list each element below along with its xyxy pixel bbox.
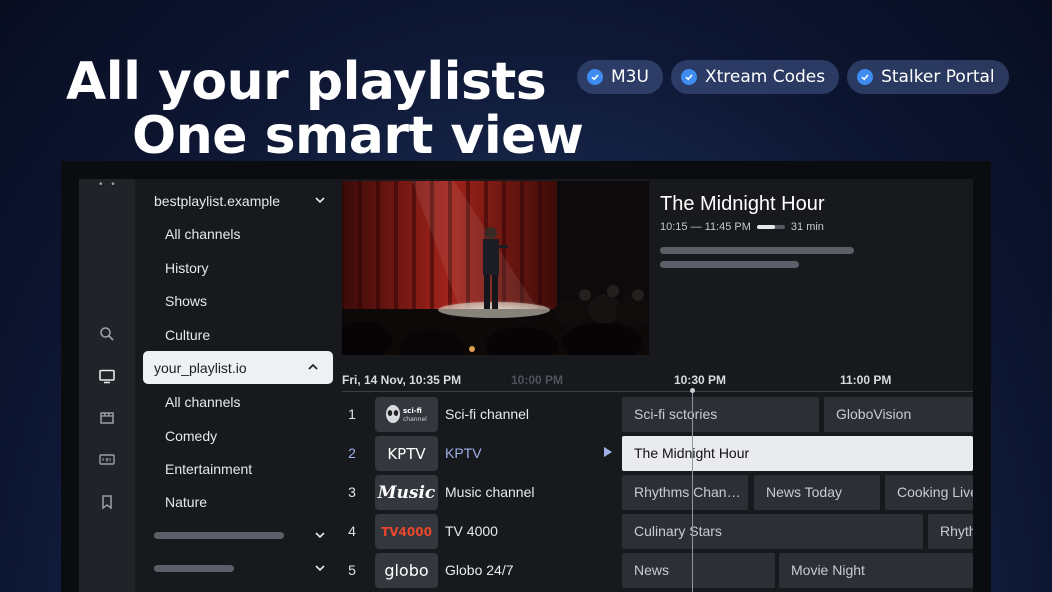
bookmark-icon[interactable] xyxy=(98,493,116,511)
video-preview[interactable] xyxy=(342,181,649,355)
program-cell[interactable]: News Today xyxy=(754,475,880,510)
description-placeholder xyxy=(660,261,799,268)
menu-item-entertainment[interactable]: Entertainment xyxy=(135,452,351,485)
channel-row-active[interactable]: 2 KPTV KPTV The Midnight Hour xyxy=(342,434,973,473)
check-icon xyxy=(680,69,697,85)
badge-label: Xtream Codes xyxy=(704,67,826,87)
playlist-header-collapsed[interactable] xyxy=(135,552,340,585)
channel-logo: KPTV xyxy=(375,436,438,471)
program-cell[interactable]: Cooking Live xyxy=(885,475,973,510)
program-cell[interactable]: Rhythm xyxy=(928,514,973,549)
guide-time: 10:30 PM xyxy=(674,373,727,387)
menu-item-shows[interactable]: Shows xyxy=(135,284,351,317)
menu-item-all-channels[interactable]: All channels xyxy=(135,217,351,250)
logo-text: KPTV xyxy=(387,444,426,463)
channel-logo: TV4000 xyxy=(375,514,438,549)
app-screen: • • bestplaylist.example All channels Hi… xyxy=(79,179,973,592)
channel-logo: sci-fi channel xyxy=(375,397,438,432)
guide-divider xyxy=(342,391,973,392)
channel-row[interactable]: 1 sci-fi channel Sci-fi channel Sci-fi sc… xyxy=(342,395,973,434)
alien-icon: sci-fichannel xyxy=(385,404,427,423)
channel-number: 5 xyxy=(348,562,356,578)
program-cell[interactable]: Sci-fi sctories xyxy=(622,397,819,432)
playlist-name: your_playlist.io xyxy=(154,359,247,376)
format-badges: M3U Xtream Codes Stalker Portal xyxy=(577,60,1009,94)
badge-label: M3U xyxy=(611,67,649,87)
svg-text:channel: channel xyxy=(403,416,427,423)
chevron-down-icon xyxy=(315,532,325,539)
time-range: 10:15 — 11:45 PM xyxy=(660,221,751,233)
headline-line-2: One smart view xyxy=(132,106,584,166)
placeholder-bar xyxy=(154,532,284,539)
logo-text: TV4000 xyxy=(381,524,432,539)
menu-item-nature[interactable]: Nature xyxy=(135,485,351,518)
headline-line-1: All your playlists xyxy=(66,52,547,112)
playlist-name: bestplaylist.example xyxy=(154,192,281,209)
playlist-header-collapsed[interactable] xyxy=(135,519,340,552)
badge-m3u: M3U xyxy=(577,60,663,94)
description-placeholder xyxy=(660,247,854,254)
channel-number: 3 xyxy=(348,484,356,500)
tv-icon[interactable] xyxy=(98,367,116,385)
current-time-dot xyxy=(690,388,695,393)
channel-name: KPTV xyxy=(445,445,482,461)
program-cell-selected[interactable]: The Midnight Hour xyxy=(622,436,973,471)
channel-row[interactable]: 3 Music Music channel Rhythms Chan… News… xyxy=(342,473,973,512)
guide-date: Fri, 14 Nov, 10:35 PM xyxy=(342,373,462,387)
channel-logo: globo xyxy=(375,553,438,588)
channel-logo: Music xyxy=(375,475,438,510)
channel-name: Sci-fi channel xyxy=(445,406,530,422)
movies-icon[interactable] xyxy=(98,409,116,427)
logo-text: globo xyxy=(384,561,429,580)
progress-bar xyxy=(756,225,785,229)
chevron-up-icon xyxy=(308,363,318,370)
menu-item-all-channels[interactable]: All channels xyxy=(135,385,351,418)
now-playing-title: The Midnight Hour xyxy=(660,193,825,215)
channel-number: 2 xyxy=(348,445,356,461)
channel-row[interactable]: 4 TV4000 TV 4000 Culinary Stars Rhythm xyxy=(342,512,973,551)
program-cell[interactable]: Rhythms Chan… xyxy=(622,475,748,510)
stage-thumbnail xyxy=(342,181,649,355)
channel-name: Globo 24/7 xyxy=(445,562,514,578)
more-icon[interactable]: • • xyxy=(99,179,118,190)
progress-fill xyxy=(756,225,776,229)
menu-item-comedy[interactable]: Comedy xyxy=(135,419,351,452)
dvr-icon[interactable] xyxy=(98,451,116,469)
badge-label: Stalker Portal xyxy=(881,67,995,87)
check-icon xyxy=(587,69,603,85)
guide-time-faded: 10:00 PM xyxy=(511,373,564,387)
badge-stalker-portal: Stalker Portal xyxy=(847,60,1009,94)
menu-item-culture[interactable]: Culture xyxy=(135,318,351,351)
check-icon xyxy=(857,69,874,85)
time-remaining: 31 min xyxy=(790,221,824,233)
svg-text:sci-fi: sci-fi xyxy=(403,407,422,415)
search-icon[interactable] xyxy=(98,325,116,343)
channel-number: 4 xyxy=(348,523,356,539)
menu-item-history[interactable]: History xyxy=(135,251,351,284)
play-icon xyxy=(604,447,612,457)
program-cell[interactable]: Culinary Stars xyxy=(622,514,923,549)
channel-name: TV 4000 xyxy=(445,523,498,539)
now-playing-time: 10:15 — 11:45 PM 31 min xyxy=(660,221,824,233)
chevron-down-icon xyxy=(315,197,325,204)
playlist-header-bestplaylist[interactable]: bestplaylist.example xyxy=(135,184,340,217)
channel-name: Music channel xyxy=(445,484,535,500)
playlist-header-your-playlist[interactable]: your_playlist.io xyxy=(143,351,333,384)
program-cell[interactable]: GloboVision xyxy=(824,397,973,432)
badge-xtream-codes: Xtream Codes xyxy=(670,60,840,94)
chevron-down-icon xyxy=(315,565,325,572)
nav-rail: • • xyxy=(79,179,135,592)
logo-text: Music xyxy=(377,482,436,503)
playlist-menu: bestplaylist.example All channels Histor… xyxy=(135,179,333,592)
placeholder-bar xyxy=(154,565,234,572)
program-cell[interactable]: Movie Night xyxy=(779,553,973,588)
channel-row[interactable]: 5 globo Globo 24/7 News Movie Night xyxy=(342,551,973,590)
guide-time: 11:00 PM xyxy=(840,373,892,387)
current-time-indicator xyxy=(692,390,693,592)
channel-number: 1 xyxy=(348,406,356,422)
program-cell[interactable]: News xyxy=(622,553,775,588)
